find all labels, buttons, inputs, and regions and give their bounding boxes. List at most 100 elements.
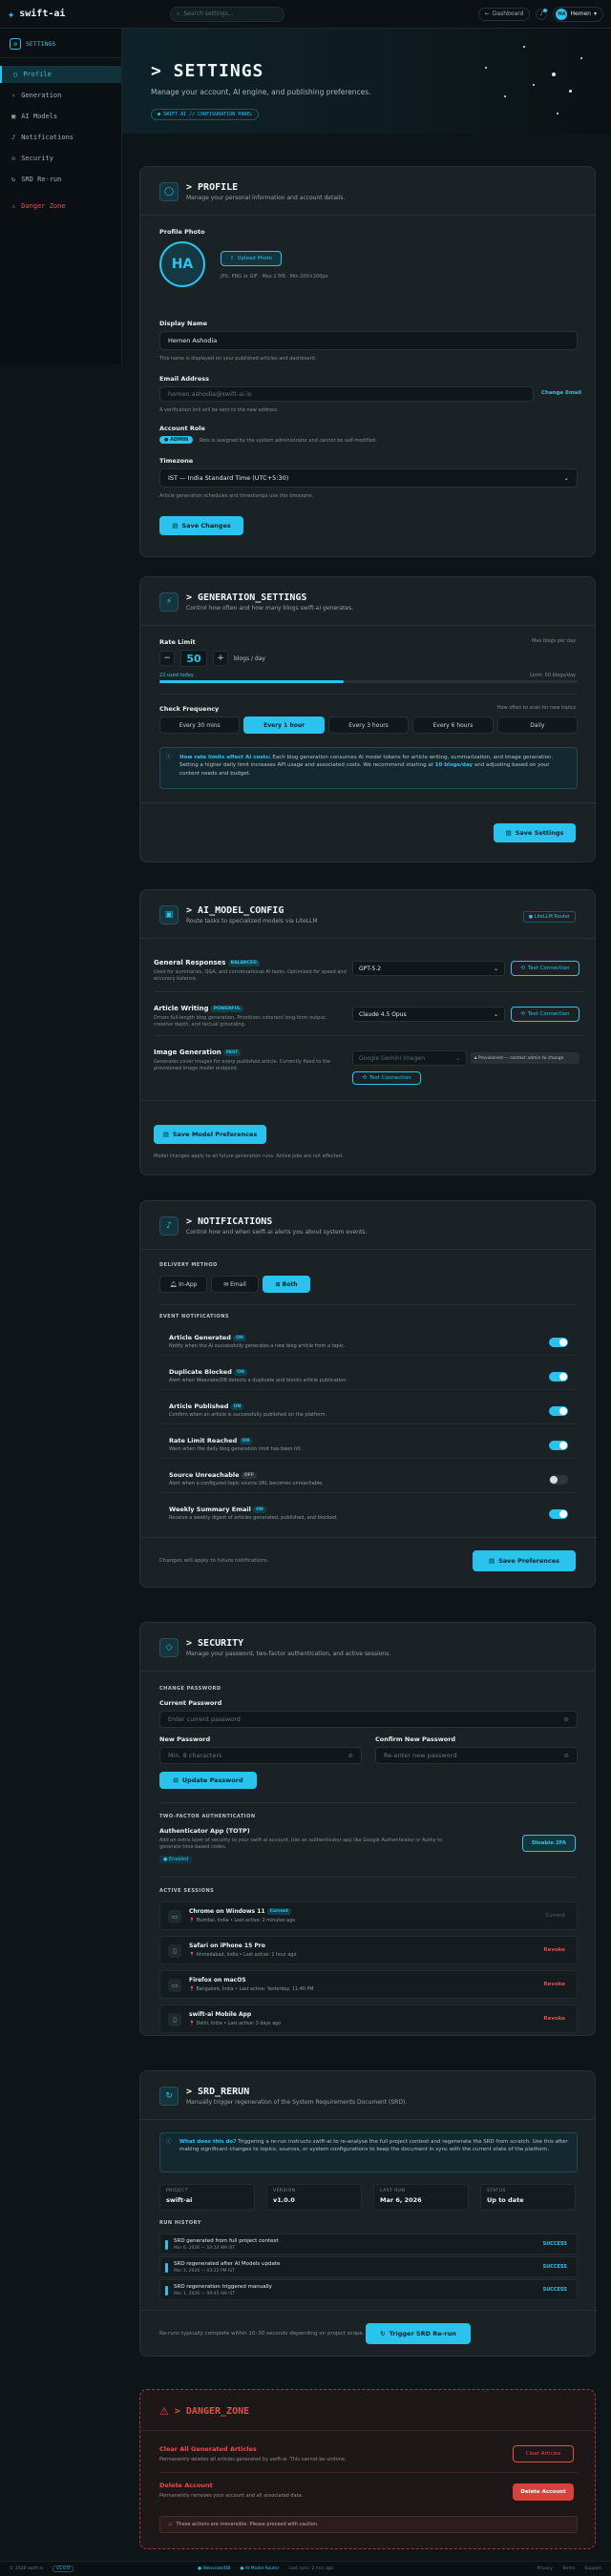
freq-option-1hour[interactable]: Every 1 hour bbox=[243, 717, 325, 734]
metric-value: Mar 6, 2026 bbox=[380, 2196, 422, 2204]
display-name-input[interactable]: Hemen Ashodia bbox=[159, 331, 578, 350]
app-name: swift-ai bbox=[19, 9, 66, 19]
sidebar-item-notifications[interactable]: ♪ Notifications bbox=[0, 129, 121, 146]
sidebar-header: ⚙ SETTINGS bbox=[0, 38, 121, 58]
event-state-badge: ON bbox=[234, 1368, 247, 1376]
eye-off-icon[interactable]: ⊘ bbox=[564, 1752, 569, 1759]
run-status: SUCCESS bbox=[542, 2264, 567, 2270]
freq-option-daily[interactable]: Daily bbox=[496, 717, 579, 734]
freq-option-3hours[interactable]: Every 3 hours bbox=[327, 717, 410, 734]
sidebar-item-label: Notifications bbox=[21, 134, 74, 141]
event-toggle[interactable] bbox=[549, 1475, 568, 1485]
article-model-select[interactable]: Claude 4.5 Opus ⌄ bbox=[352, 1007, 505, 1022]
event-toggle[interactable] bbox=[549, 1338, 568, 1347]
divider bbox=[140, 1671, 595, 1672]
save-preferences-button[interactable]: ▤ Save Preferences bbox=[473, 1550, 576, 1571]
privacy-link[interactable]: Privacy bbox=[537, 2566, 553, 2571]
clear-articles-button[interactable]: Clear Articles bbox=[513, 2445, 574, 2462]
update-password-button[interactable]: ⊡ Update Password bbox=[159, 1772, 257, 1789]
disable-2fa-button[interactable]: Disable 2FA bbox=[522, 1835, 576, 1852]
delivery-option-both[interactable]: ⊞ Both bbox=[263, 1276, 310, 1293]
sidebar-item-security[interactable]: ◇ Security bbox=[0, 150, 121, 167]
current-password-input[interactable]: Enter current password ⊘ bbox=[159, 1711, 578, 1728]
profile-avatar[interactable]: HA bbox=[159, 241, 205, 287]
general-model-select[interactable]: GPT-5.2 ⌄ bbox=[352, 961, 505, 976]
input-placeholder: Re-enter new password bbox=[384, 1752, 457, 1759]
card-description: Manage your password, two-factor authent… bbox=[186, 1651, 391, 1657]
new-password-input[interactable]: Min. 8 characters ⊘ bbox=[159, 1747, 362, 1764]
eye-off-icon[interactable]: ⊘ bbox=[348, 1752, 353, 1759]
page-title: > SETTINGS bbox=[151, 61, 264, 81]
divider bbox=[159, 2472, 578, 2473]
trigger-srd-rerun-button[interactable]: ↻ Trigger SRD Re-run bbox=[366, 2323, 471, 2344]
current-password-label: Current Password bbox=[159, 1699, 222, 1707]
refresh-icon: ↻ bbox=[159, 2087, 179, 2106]
card-description: Manage your personal information and acc… bbox=[186, 195, 346, 201]
support-link[interactable]: Support bbox=[584, 2566, 601, 2571]
two-factor-label: TWO-FACTOR AUTHENTICATION bbox=[159, 1814, 256, 1819]
input-placeholder: Enter current password bbox=[168, 1715, 241, 1723]
delete-account-button[interactable]: Delete Account bbox=[513, 2483, 574, 2501]
freq-option-6hours[interactable]: Every 6 hours bbox=[412, 717, 494, 734]
delivery-option-in-app[interactable]: 🔔︎ In-App bbox=[159, 1276, 207, 1293]
rate-limit-value[interactable]: 50 bbox=[180, 650, 207, 667]
event-toggle[interactable] bbox=[549, 1406, 568, 1416]
app-logo[interactable]: ✦ swift-ai bbox=[8, 8, 170, 21]
danger-header: ⚠ > DANGER_ZONE bbox=[159, 2405, 249, 2418]
email-hint: A verification link will be sent to the … bbox=[159, 407, 279, 413]
totp-title: Authenticator App (TOTP) bbox=[159, 1827, 250, 1835]
sidebar-item-srd-rerun[interactable]: ↻ SRD Re-run bbox=[0, 171, 121, 188]
divider bbox=[154, 991, 583, 992]
revoke-button[interactable]: Revoke bbox=[543, 1982, 565, 1987]
sidebar-item-ai-models[interactable]: ▣ AI Models bbox=[0, 108, 121, 125]
event-toggle[interactable] bbox=[549, 1509, 568, 1519]
confirm-password-input[interactable]: Re-enter new password ⊘ bbox=[375, 1747, 578, 1764]
sidebar-item-generation[interactable]: ✧ Generation bbox=[0, 87, 121, 104]
card-title: > AI_MODEL_CONFIG bbox=[186, 905, 284, 916]
sidebar-item-danger-zone[interactable]: ⚠ Danger Zone bbox=[0, 197, 121, 215]
delivery-option-email[interactable]: ✉ Email bbox=[211, 1276, 259, 1293]
search-input[interactable]: ⌕ Search settings... bbox=[170, 6, 284, 22]
input-placeholder: Min. 8 characters bbox=[168, 1752, 222, 1759]
upload-photo-button[interactable]: ⇧ Upload Photo bbox=[221, 251, 282, 266]
eye-off-icon[interactable]: ⊘ bbox=[564, 1715, 569, 1723]
terms-link[interactable]: Terms bbox=[562, 2566, 575, 2571]
notifications-bell-button[interactable]: ♪ bbox=[536, 8, 548, 20]
model-tag-badge: POWERFUL bbox=[210, 1005, 244, 1012]
sidebar-item-profile[interactable]: ◯ Profile bbox=[0, 66, 121, 83]
run-title: SRD regenerated after AI Models update bbox=[174, 2261, 281, 2267]
sidebar-item-label: Security bbox=[21, 155, 53, 162]
save-settings-button[interactable]: ▤ Save Settings bbox=[494, 823, 576, 842]
danger-warning-banner: ⚠ These actions are irreversible. Please … bbox=[159, 2516, 578, 2533]
event-toggle[interactable] bbox=[549, 1441, 568, 1450]
card-title: > DANGER_ZONE bbox=[174, 2406, 250, 2417]
event-toggle[interactable] bbox=[549, 1372, 568, 1381]
timezone-select[interactable]: IST — India Standard Time (UTC+5:30) ⌄ bbox=[159, 468, 578, 488]
change-email-link[interactable]: Change Email bbox=[541, 390, 581, 396]
test-connection-button[interactable]: ⟲ Test Connection bbox=[352, 1071, 421, 1085]
revoke-button[interactable]: Revoke bbox=[543, 2016, 565, 2022]
decrement-button[interactable]: − bbox=[159, 651, 175, 666]
user-menu[interactable]: HA Hemen ▾ bbox=[553, 6, 603, 22]
gear-icon: ⚙ bbox=[10, 38, 21, 50]
avatar: HA bbox=[556, 8, 568, 20]
warning-text: These actions are irreversible. Please p… bbox=[176, 2522, 319, 2527]
event-title: Duplicate Blocked bbox=[169, 1368, 232, 1376]
bell-icon: ♪ bbox=[11, 134, 16, 141]
increment-button[interactable]: + bbox=[213, 651, 228, 666]
email-field[interactable]: hemen.ashodia@swift-ai.io bbox=[159, 386, 534, 402]
save-changes-button[interactable]: ▤ Save Changes bbox=[159, 516, 243, 535]
save-model-preferences-button[interactable]: ▤ Save Model Preferences bbox=[154, 1125, 266, 1144]
metric-value: v1.0.0 bbox=[273, 2196, 295, 2204]
check-frequency-hint: How often to scan for new topics bbox=[496, 705, 576, 711]
revoke-button[interactable]: Revoke bbox=[543, 1947, 565, 1953]
search-placeholder: Search settings... bbox=[183, 10, 234, 17]
delete-account-title: Delete Account bbox=[159, 2482, 213, 2489]
sidebar-item-label: Profile bbox=[23, 71, 52, 78]
litellm-router-badge: ● LiteLLM Router bbox=[522, 911, 576, 923]
test-connection-button[interactable]: ⟲ Test Connection bbox=[511, 1007, 579, 1022]
dashboard-button[interactable]: ← Dashboard bbox=[477, 7, 531, 21]
test-connection-button[interactable]: ⟲ Test Connection bbox=[511, 961, 579, 976]
event-state-badge: ON bbox=[239, 1437, 253, 1444]
freq-option-30min[interactable]: Every 30 mins bbox=[159, 717, 241, 734]
